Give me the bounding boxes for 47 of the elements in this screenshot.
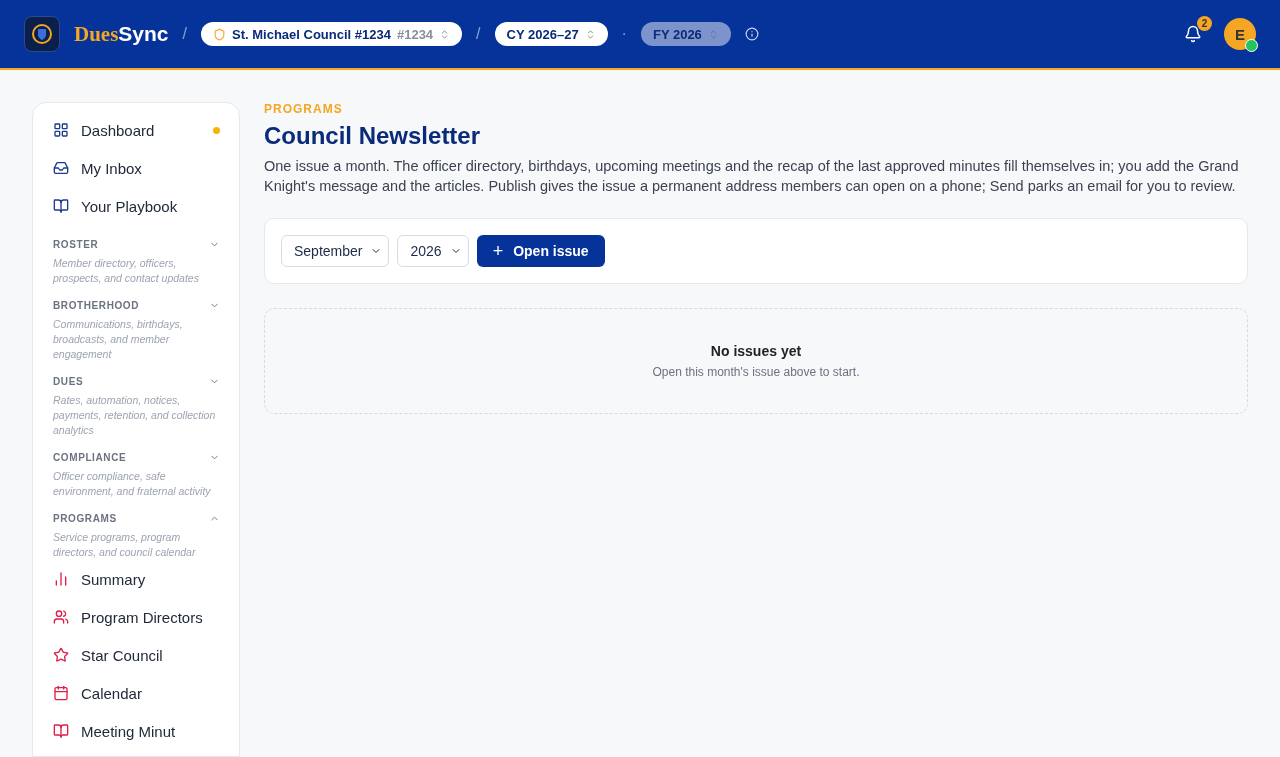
open-issue-button[interactable]: + Open issue bbox=[476, 235, 605, 267]
calendar-icon bbox=[53, 685, 69, 701]
section-description: Officer compliance, safe environment, and fraternal activity bbox=[53, 469, 212, 499]
notification-badge: 2 bbox=[1197, 16, 1212, 31]
section-header[interactable]: PROGRAMS bbox=[53, 513, 220, 524]
user-avatar[interactable]: E bbox=[1224, 18, 1256, 50]
year-select[interactable]: 2026 bbox=[397, 235, 469, 267]
sidebar-item[interactable]: My Inbox bbox=[53, 149, 220, 187]
section-description: Communications, birthdays, broadcasts, and member engagement bbox=[53, 317, 184, 362]
term-selector[interactable]: CY 2026–27 bbox=[494, 22, 608, 46]
bar-chart-icon bbox=[53, 571, 69, 587]
sidebar-item[interactable]: Star Council bbox=[53, 636, 220, 674]
inbox-icon bbox=[53, 160, 69, 176]
sidebar-item[interactable]: Program Directors bbox=[53, 598, 220, 636]
fiscal-year-selector[interactable]: FY 2026 bbox=[640, 22, 731, 46]
shield-icon bbox=[213, 27, 226, 41]
star-icon bbox=[53, 647, 69, 663]
page-description: One issue a month. The officer directory, birthdays, upcoming meetings and the recap of the last approved minutes fill themselves in; you add the Grand Knight's message and the articles. Publish gives the issue a permanent address members can open on a phone; Send parks an email for you to review. bbox=[264, 157, 1240, 196]
empty-title: No issues yet bbox=[710, 343, 802, 359]
section-header[interactable]: BROTHERHOOD bbox=[53, 300, 220, 311]
section-header[interactable]: DUES bbox=[53, 376, 220, 387]
grid-icon bbox=[53, 122, 69, 138]
breadcrumb-separator: · bbox=[621, 25, 627, 43]
brand-name: DuesSync bbox=[74, 21, 169, 47]
info-icon[interactable] bbox=[744, 27, 759, 41]
month-select[interactable]: September bbox=[281, 235, 390, 267]
book-icon bbox=[53, 723, 69, 739]
sidebar-item[interactable]: Calendar bbox=[53, 674, 220, 712]
logo-icon bbox=[24, 16, 60, 52]
sidebar-item[interactable]: Dashboard bbox=[53, 111, 220, 149]
empty-hint: Open this month's issue above to start. bbox=[652, 365, 860, 379]
sidebar-item[interactable]: Summary bbox=[53, 560, 220, 598]
section-description: Member directory, officers, prospects, and contact updates bbox=[53, 256, 200, 286]
section-description: Rates, automation, notices, payments, retention, and collection analytics bbox=[53, 393, 217, 438]
section-header[interactable]: ROSTER bbox=[53, 239, 220, 250]
breadcrumb-separator: / bbox=[182, 25, 187, 43]
council-selector[interactable]: St. Michael Council #1234 #1234 bbox=[201, 22, 463, 46]
sidebar-item[interactable]: Your Playbook bbox=[53, 187, 220, 225]
sidebar-item[interactable]: Meeting Minut bbox=[53, 712, 220, 750]
page-title: Council Newsletter bbox=[264, 122, 482, 150]
book-icon bbox=[53, 198, 69, 214]
section-description: Service programs, program directors, and council calendar bbox=[53, 530, 197, 560]
section-eyebrow: PROGRAMS bbox=[264, 102, 344, 116]
bell-icon[interactable] bbox=[1184, 25, 1202, 43]
users-icon bbox=[53, 609, 69, 625]
section-header[interactable]: COMPLIANCE bbox=[53, 452, 220, 463]
breadcrumb-separator: / bbox=[476, 25, 481, 43]
